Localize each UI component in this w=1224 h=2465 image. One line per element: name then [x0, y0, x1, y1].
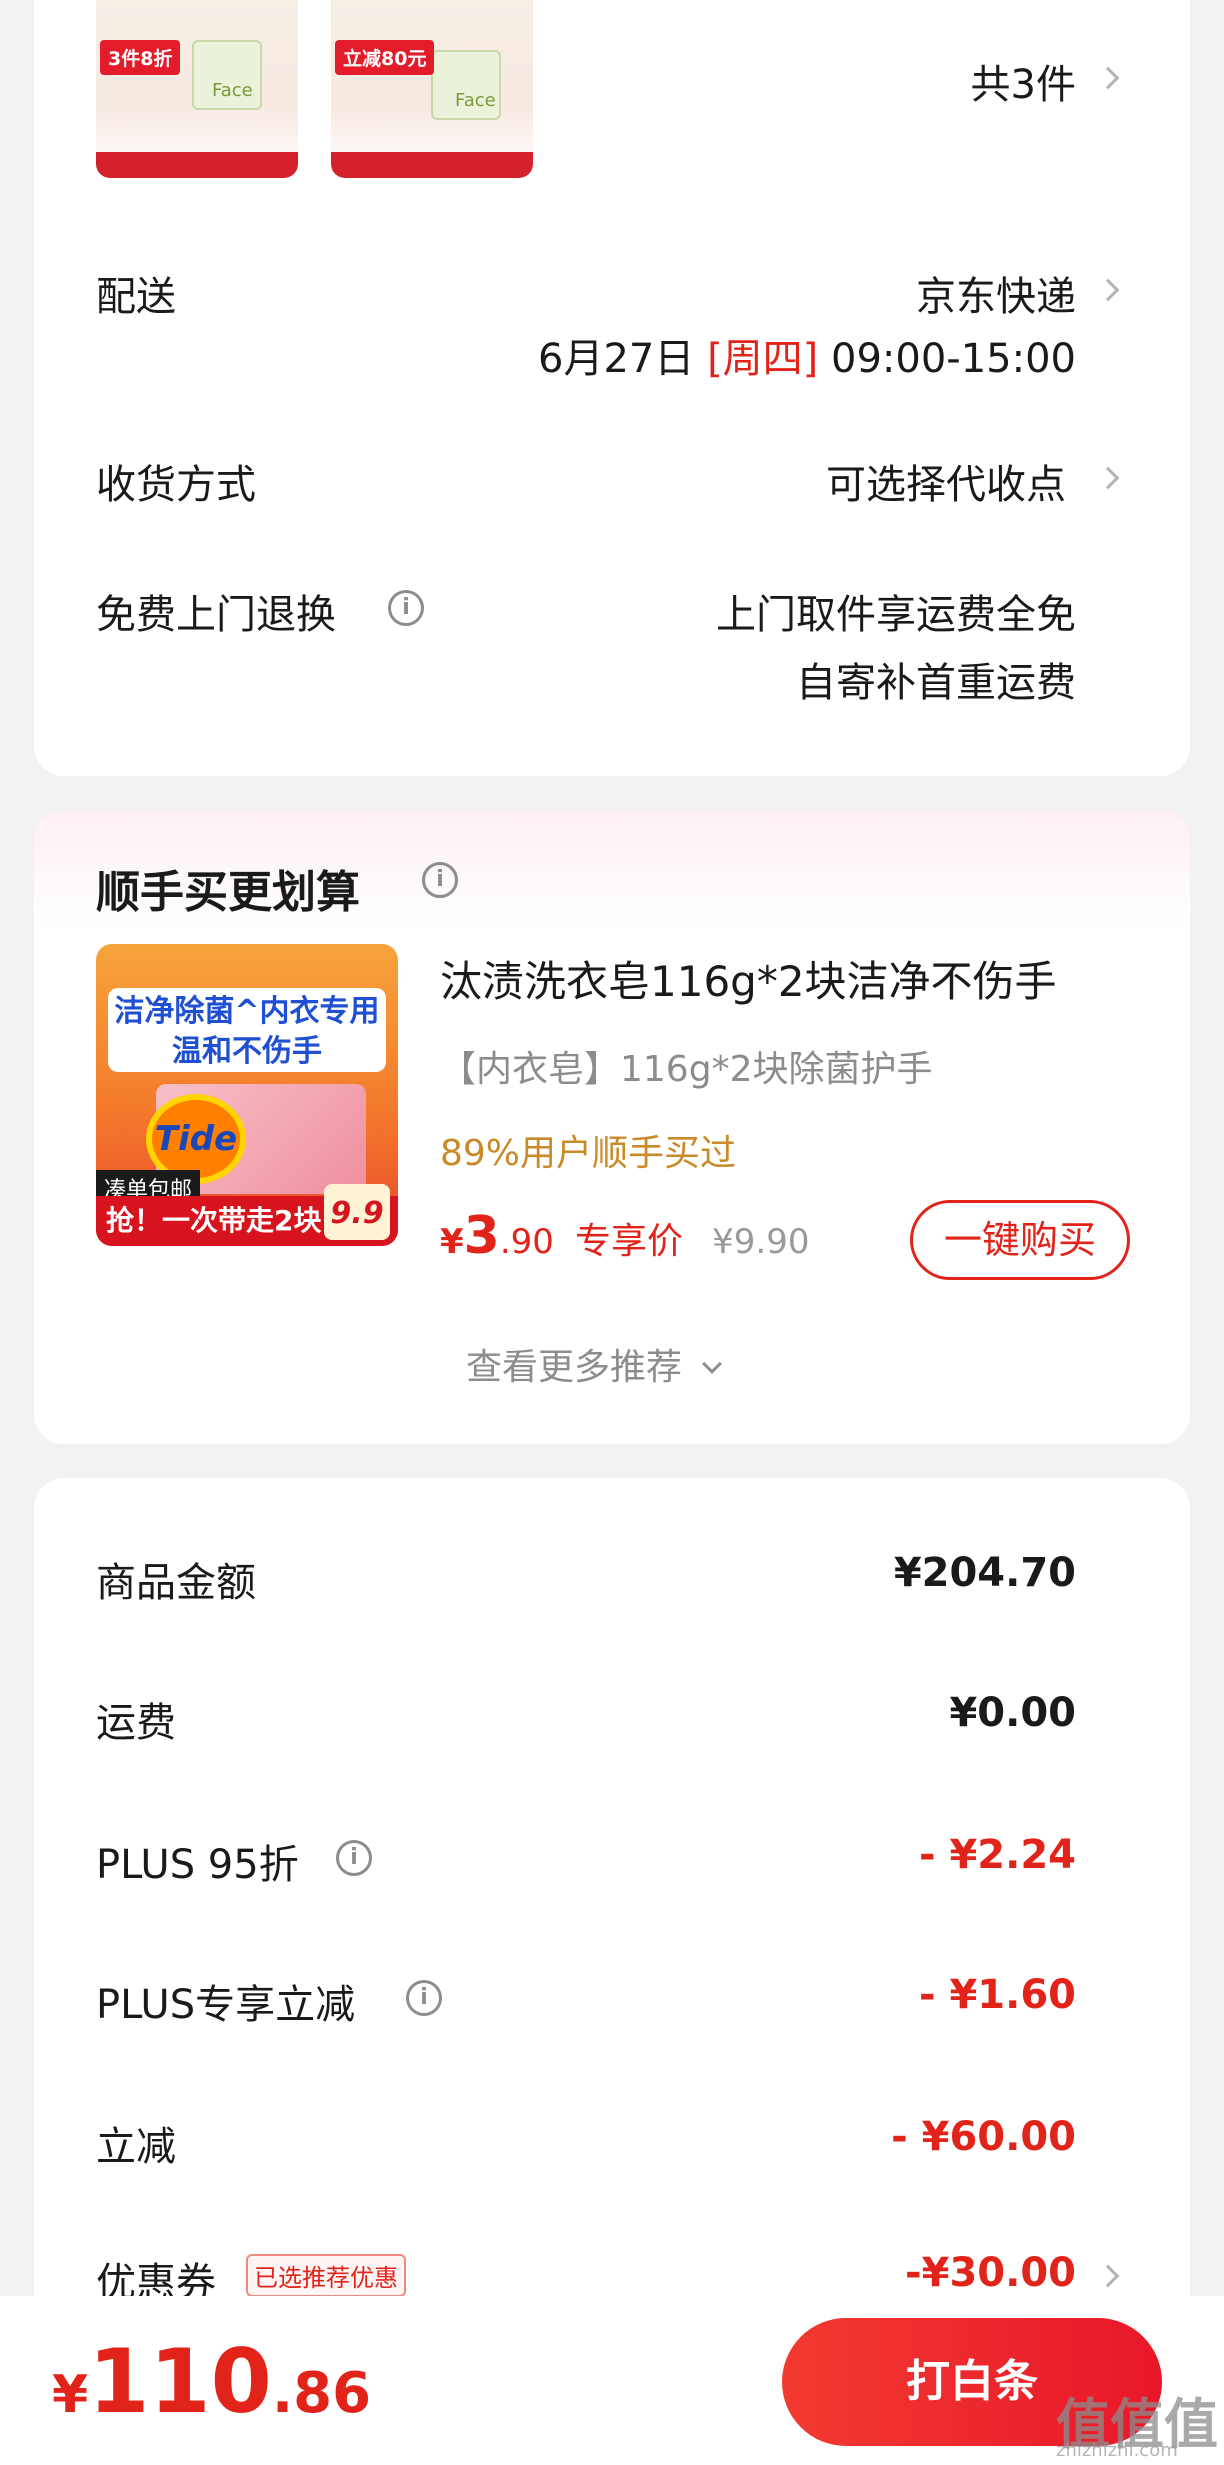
- total-integer: 110: [88, 2330, 272, 2433]
- promo-tag: 立减80元: [335, 40, 435, 75]
- addon-product-title[interactable]: 汰渍洗衣皂116g*2块洁净不伤手: [440, 948, 1057, 1009]
- thumb-band: [331, 152, 533, 178]
- price-tag: 专享价: [575, 1221, 684, 1262]
- summary-label-instant-reduction: 立减: [96, 2124, 176, 2170]
- delivery-carrier[interactable]: 京东快递: [780, 264, 1076, 322]
- delivery-date: 6月27日: [538, 336, 695, 382]
- summary-label-plus-reduction: PLUS专享立减: [96, 1982, 356, 2028]
- info-icon[interactable]: i: [406, 1980, 442, 2016]
- info-icon[interactable]: i: [422, 862, 458, 898]
- total-price: ¥110.86: [52, 2330, 371, 2433]
- price-symbol: ¥: [440, 1222, 464, 1262]
- summary-value-shipping: ¥0.00: [949, 1690, 1076, 1736]
- price-integer: 3: [463, 1206, 500, 1266]
- return-line-1: 上门取件享运费全免: [716, 592, 1076, 638]
- summary-value-goods: ¥204.70: [893, 1550, 1076, 1596]
- addon-product-subtitle: 【内衣皂】116g*2块除菌护手: [440, 1049, 933, 1090]
- thumb-band: [96, 152, 298, 178]
- image-banner: 洁净除菌^内衣专用 温和不伤手: [108, 988, 386, 1072]
- item-count[interactable]: 共3件: [880, 52, 1076, 110]
- image-banner-line-1: 洁净除菌^内衣专用: [114, 994, 380, 1029]
- info-icon[interactable]: i: [336, 1840, 372, 1876]
- receive-method-value[interactable]: 可选择代收点: [700, 452, 1066, 510]
- summary-label-goods: 商品金额: [96, 1560, 256, 1606]
- summary-label-shipping: 运费: [96, 1700, 176, 1746]
- delivery-window: 09:00-15:00: [831, 336, 1076, 382]
- one-click-buy-button[interactable]: 一键购买: [910, 1200, 1130, 1280]
- free-return-label: 免费上门退换: [96, 592, 336, 638]
- summary-label-plus-discount: PLUS 95折: [96, 1842, 299, 1888]
- site-watermark-url: zhizhizhi.com: [1056, 2440, 1178, 2461]
- addon-title: 顺手买更划算: [96, 867, 360, 918]
- delivery-weekday: [周四]: [707, 336, 819, 382]
- total-decimal: .86: [271, 2361, 372, 2426]
- promo-tag: 3件8折: [100, 40, 181, 75]
- info-icon[interactable]: i: [388, 590, 424, 626]
- delivery-label: 配送: [96, 274, 176, 320]
- receive-method-label: 收货方式: [96, 462, 256, 508]
- image-price-badge: 9.9: [324, 1184, 390, 1240]
- summary-value-plus-reduction: - ¥1.60: [918, 1972, 1076, 2018]
- price-decimal: .90: [499, 1222, 554, 1262]
- addon-social-proof: 89%用户顺手买过: [440, 1133, 737, 1174]
- summary-value-instant-reduction: - ¥60.00: [891, 2114, 1076, 2160]
- see-more-label: 查看更多推荐: [466, 1347, 683, 1388]
- image-banner-line-2: 温和不伤手: [172, 1034, 322, 1069]
- coupon-badge[interactable]: 已选推荐优惠: [246, 2254, 406, 2297]
- see-more-link[interactable]: 查看更多推荐: [466, 1338, 723, 1390]
- product-thumb-1[interactable]: 3件8折 Face: [96, 0, 298, 178]
- original-price: ¥9.90: [712, 1222, 810, 1262]
- brand-label: Face: [212, 80, 253, 101]
- total-symbol: ¥: [52, 2365, 89, 2425]
- addon-price: ¥3.90 专享价 ¥9.90: [440, 1206, 809, 1266]
- return-line-2: 自寄补首重运费: [796, 660, 1076, 706]
- delivery-time[interactable]: 6月27日 [周四] 09:00-15:00: [500, 326, 1076, 384]
- product-thumb-2[interactable]: 立减80元 Face: [331, 0, 533, 178]
- summary-value-plus-discount: - ¥2.24: [918, 1832, 1076, 1878]
- addon-product-image[interactable]: 洁净除菌^内衣专用 温和不伤手 Tide 凑单包邮 抢！一次带走2块 9.9: [96, 944, 398, 1246]
- chevron-down-icon: [702, 1354, 723, 1374]
- brand-label: Face: [455, 90, 496, 111]
- summary-value-coupon[interactable]: -¥30.00: [780, 2250, 1076, 2296]
